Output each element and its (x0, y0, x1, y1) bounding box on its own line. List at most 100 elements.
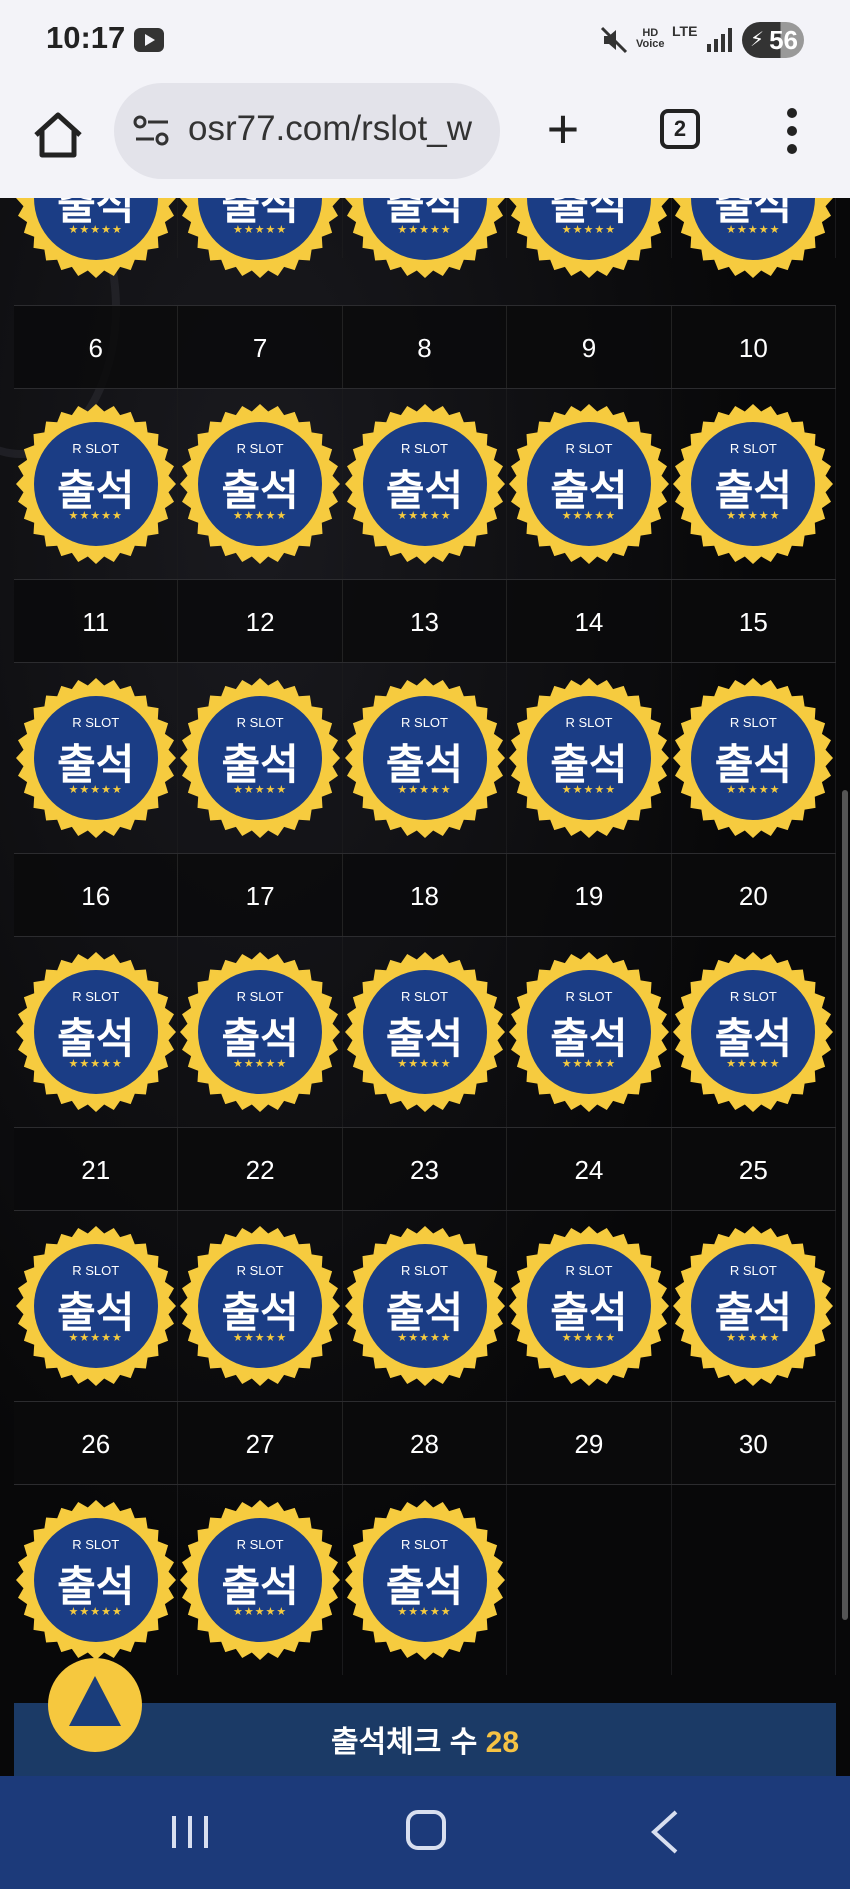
day-number: 25 (672, 1128, 837, 1210)
home-icon[interactable] (30, 107, 86, 163)
badge-stars: ★★★★★ (726, 224, 781, 236)
calendar-day-cell: R SLOT출석★★★★★ (343, 1485, 508, 1675)
attendance-badge: R SLOT출석★★★★★ (179, 198, 341, 279)
battery-level: 56 (769, 25, 798, 55)
page-scrollbar[interactable] (842, 790, 848, 1620)
attendance-badge: R SLOT출석★★★★★ (344, 951, 506, 1113)
calendar-day-cell: R SLOT출석★★★★★ (672, 937, 837, 1127)
day-number: 21 (14, 1128, 179, 1210)
system-home-icon[interactable] (406, 1810, 446, 1850)
day-number-row: 26 27 28 29 30 (14, 1401, 837, 1485)
recent-apps-icon[interactable] (170, 1814, 210, 1850)
badge-brand: R SLOT (565, 441, 613, 456)
badge-brand: R SLOT (729, 1263, 777, 1278)
badge-stars: ★★★★★ (68, 784, 123, 796)
badge-brand: R SLOT (236, 1263, 284, 1278)
badge-stars: ★★★★★ (726, 1332, 781, 1344)
badge-row: R SLOT 출석 ★★★★★ R SLOT 출석 ★★★★★ R SLOT 출석 ★★★★★ R… (14, 663, 837, 853)
calendar-day-cell: R SLOT출석★★★★★ (672, 389, 837, 579)
attendance-badge: R SLOT출석★★★★★ (15, 951, 177, 1113)
more-menu-icon[interactable] (782, 108, 802, 160)
badge-stars: ★★★★★ (397, 1058, 452, 1070)
badge-brand: R SLOT (72, 441, 120, 456)
attendance-badge: R SLOT출석★★★★★ (179, 1499, 341, 1661)
badge-stars: ★★★★★ (397, 1332, 452, 1344)
calendar-day-cell (507, 1485, 672, 1675)
day-number: 30 (672, 1402, 837, 1484)
badge-stars: ★★★★★ (232, 784, 288, 796)
day-number: 8 (343, 306, 508, 388)
attendance-badge: R SLOT출석★★★★★ (15, 677, 177, 839)
badge-stars: ★★★★★ (397, 1606, 452, 1618)
badge-brand: R SLOT (401, 441, 448, 456)
attendance-badge: R SLOT출석★★★★★ (508, 1225, 670, 1387)
badge-brand: R SLOT (236, 1537, 284, 1552)
badge-brand: R SLOT (236, 715, 284, 730)
address-bar[interactable]: osr77.com/rslot_w (114, 83, 500, 179)
url-text[interactable]: osr77.com/rslot_w (188, 109, 488, 149)
back-icon[interactable] (650, 1810, 680, 1854)
badge-brand: R SLOT (565, 989, 613, 1004)
tabs-button[interactable]: 2 (660, 109, 700, 149)
status-time: 10:17 (46, 20, 126, 55)
calendar-day-cell: R SLOT출석★★★★★ (14, 663, 179, 853)
calendar-day-cell: R SLOT출석★★★★★ (672, 1211, 837, 1401)
day-number: 10 (672, 306, 837, 388)
calendar-day-cell: R SLOT출석★★★★★ (343, 389, 508, 579)
attendance-badge: R SLOT출석★★★★★ (15, 1499, 177, 1661)
calendar-day-cell: R SLOT출석★★★★★ (507, 1211, 672, 1401)
battery-indicator: ⚡ 56 (742, 22, 804, 58)
badge-brand: R SLOT (565, 715, 613, 730)
badge-row: R SLOT 출석 ★★★★★ R SLOT 출석 ★★★★★ R SLOT 출석 ★★★★★ R… (14, 937, 837, 1127)
badge-brand: R SLOT (401, 1263, 448, 1278)
badge-brand: R SLOT (72, 1263, 120, 1278)
status-bar: 10:17 HD Voice LTE ⚡ 56 (0, 0, 850, 80)
day-number: 29 (507, 1402, 672, 1484)
calendar-day-cell: R SLOT출석★★★★★ (178, 1485, 343, 1675)
badge-row: R SLOT 출석 ★★★★★ R SLOT 출석 ★★★★★ R SLOT 출석 ★★★★★ R… (14, 1211, 837, 1401)
attendance-badge: R SLOT출석★★★★★ (508, 951, 670, 1113)
calendar-day-cell: R SLOT출석★★★★★ (178, 198, 343, 278)
day-number: 24 (507, 1128, 672, 1210)
badge-stars: ★★★★★ (726, 1058, 781, 1070)
calendar-day-cell: R SLOT출석★★★★★ (343, 937, 508, 1127)
badge-stars: ★★★★★ (232, 1058, 288, 1070)
scroll-to-top-button[interactable] (48, 1658, 142, 1752)
day-number: 9 (507, 306, 672, 388)
attendance-badge: R SLOT출석★★★★★ (15, 198, 177, 279)
signal-icon (707, 28, 732, 52)
calendar-day-cell: R SLOT출석★★★★★ (14, 937, 179, 1127)
calendar-day-cell: R SLOT출석★★★★★ (178, 1211, 343, 1401)
day-number: 23 (343, 1128, 508, 1210)
charging-icon: ⚡ (750, 29, 765, 51)
attendance-badge: R SLOT출석★★★★★ (15, 1225, 177, 1387)
badge-stars: ★★★★★ (68, 1058, 123, 1070)
calendar-day-cell: R SLOT출석★★★★★ (14, 389, 179, 579)
badge-stars: ★★★★★ (232, 224, 288, 236)
badge-stars: ★★★★★ (68, 1606, 123, 1618)
day-number: 12 (178, 580, 343, 662)
new-tab-button[interactable]: + (538, 101, 588, 160)
day-number: 16 (14, 854, 179, 936)
badge-stars: ★★★★★ (561, 510, 617, 522)
calendar-day-cell: R SLOT출석★★★★★ (507, 937, 672, 1127)
site-settings-icon[interactable] (132, 113, 172, 149)
calendar-day-cell: R SLOT출석★★★★★ (178, 663, 343, 853)
badge-stars: ★★★★★ (561, 1058, 617, 1070)
day-number-row: 16 17 18 19 20 (14, 853, 837, 937)
badge-row-partial: R SLOT출석★★★★★ R SLOT출석★★★★★ R SLOT출석★★★★… (14, 198, 837, 278)
calendar-day-cell: R SLOT출석★★★★★ (14, 1211, 179, 1401)
day-number: 20 (672, 854, 837, 936)
day-number: 6 (14, 306, 179, 388)
badge-brand: R SLOT (72, 715, 120, 730)
badge-stars: ★★★★★ (397, 784, 452, 796)
calendar-day-cell: R SLOT출석★★★★★ (507, 198, 672, 278)
badge-brand: R SLOT (729, 989, 777, 1004)
hd-voice-icon: HD Voice (636, 27, 665, 50)
calendar-day-cell: R SLOT출석★★★★★ (507, 389, 672, 579)
day-number: 11 (14, 580, 179, 662)
attendance-badge: R SLOT출석★★★★★ (508, 677, 670, 839)
calendar-day-cell: R SLOT출석★★★★★ (672, 198, 837, 278)
calendar-day-cell: R SLOT출석★★★★★ (178, 937, 343, 1127)
badge-brand: R SLOT (401, 1537, 448, 1552)
